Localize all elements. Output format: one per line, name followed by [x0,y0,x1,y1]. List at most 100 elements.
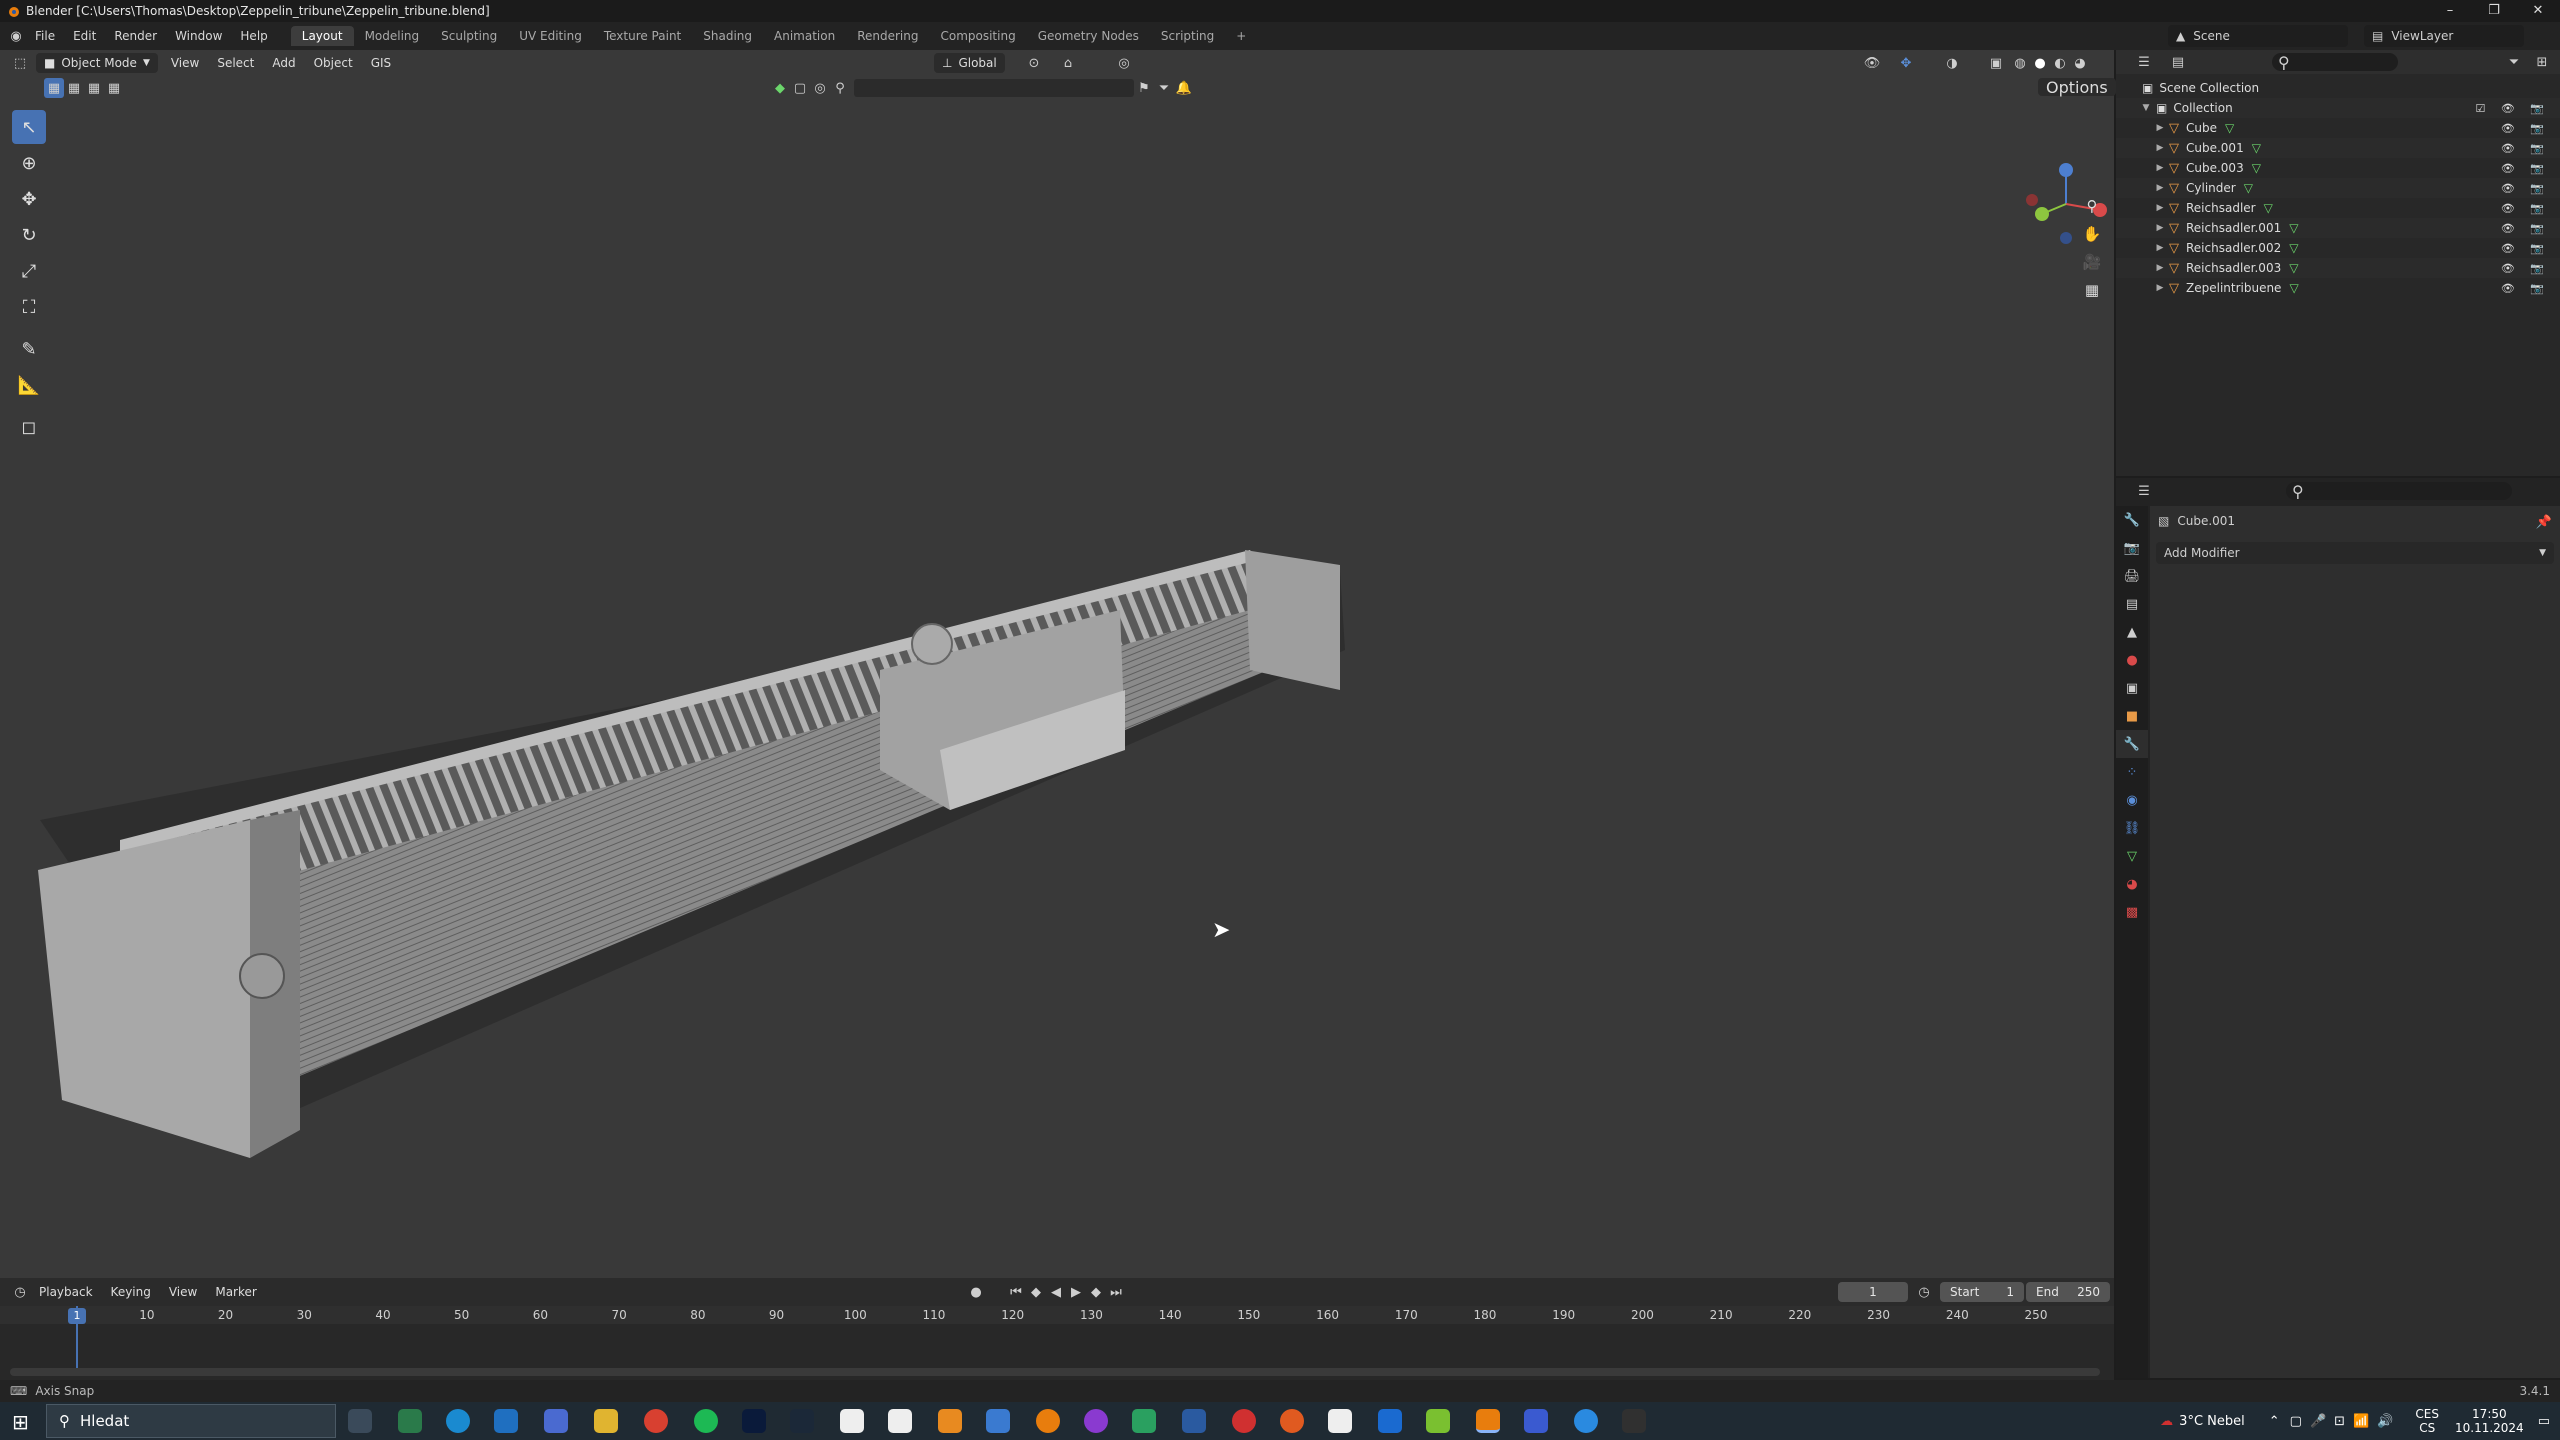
maximize-icon[interactable]: ❐ [2472,0,2516,22]
scene-tab-icon[interactable]: ▲ [2116,618,2148,646]
collection-tab-icon[interactable]: ▣ [2116,674,2148,702]
modifier-tab-icon[interactable]: 🔧 [2116,730,2148,758]
solid-shading-icon[interactable]: ● [2030,53,2050,73]
tab-scripting[interactable]: Scripting [1150,26,1225,46]
select-new-icon[interactable]: ▦ [44,78,64,98]
app-icon[interactable] [1426,1409,1450,1433]
tab-animation[interactable]: Animation [763,26,846,46]
app-icon[interactable] [398,1409,422,1433]
add-modifier-button[interactable]: Add Modifier ▼ [2156,542,2554,564]
viewport-menu-object[interactable]: Object [305,56,362,70]
mail-icon[interactable] [494,1409,518,1433]
view-cube-icon[interactable]: ▢ [790,78,810,98]
close-icon[interactable]: ✕ [2516,0,2560,22]
expand-icon[interactable]: ▶ [2154,243,2166,253]
visibility-icon[interactable]: 👁 [1862,53,1882,73]
proportional-edit-icon[interactable]: ◎ [1114,53,1134,73]
steam-icon[interactable] [790,1409,814,1433]
outliner-item[interactable]: ▶ ▽ Cylinder ▽ 👁 📷 [2116,178,2560,198]
visibility-toggles[interactable]: 👁 📷 [2501,162,2550,175]
app-icon[interactable] [1622,1409,1646,1433]
gizmo-icon[interactable]: ✥ [1896,53,1916,73]
visibility-toggles[interactable]: 👁 📷 [2501,242,2550,255]
wireframe-shading-icon[interactable]: ◍ [2010,53,2030,73]
tab-shading[interactable]: Shading [692,26,763,46]
world-tab-icon[interactable]: ● [2116,646,2148,674]
chevron-up-icon[interactable]: ⌃ [2269,1414,2280,1429]
vlc-icon[interactable] [938,1409,962,1433]
tab-sculpting[interactable]: Sculpting [430,26,508,46]
mode-selector[interactable]: ■ Object Mode ▼ [36,53,158,73]
material-tab-icon[interactable]: ◕ [2116,870,2148,898]
photoshop-icon[interactable] [742,1409,766,1433]
pivot-icon[interactable]: ⊙ [1024,53,1044,73]
add-workspace-icon[interactable]: + [1225,26,1257,46]
blender-icon[interactable] [1036,1409,1060,1433]
expand-icon[interactable]: ▶ [2154,203,2166,213]
menu-edit[interactable]: Edit [64,29,105,43]
windows-start-icon[interactable]: ⊞ [12,1410,29,1434]
transform-tool[interactable]: ⛶ [12,290,46,324]
properties-search-field[interactable]: ⚲ [2286,482,2512,501]
pan-hand-icon[interactable]: ✋ [2078,220,2106,248]
viewport-search-field[interactable] [854,79,1134,97]
texture-tab-icon[interactable]: ▩ [2116,898,2148,926]
tab-compositing[interactable]: Compositing [929,26,1026,46]
expand-icon[interactable]: ▶ [2154,123,2166,133]
options-button[interactable]: Options [2038,78,2116,97]
select-invert-icon[interactable]: ▦ [104,78,124,98]
outliner-item[interactable]: ▶ ▽ Reichsadler ▽ 👁 📷 [2116,198,2560,218]
current-frame-field[interactable]: 1 [1838,1282,1908,1302]
start-frame-field[interactable]: Start 1 [1940,1282,2024,1302]
cursor-tool[interactable]: ⊕ [12,146,46,180]
grid-view-icon[interactable]: ▦ [2078,276,2106,304]
data-tab-icon[interactable]: ▽ [2116,842,2148,870]
menu-file[interactable]: File [26,29,64,43]
view-layer-tab-icon[interactable]: ▤ [2116,590,2148,618]
tool-tab-icon[interactable]: 🔧 [2116,506,2148,534]
tab-layout[interactable]: Layout [290,26,354,46]
filter-icon[interactable]: ⏷ [1154,78,1174,98]
taskbar-search[interactable]: ⚲ Hledat [46,1404,336,1438]
add-cube-tool[interactable]: ◻ [12,410,46,444]
bookmark-icon[interactable]: ⚑ [1134,78,1154,98]
app-icon[interactable] [1132,1409,1156,1433]
gis-icon[interactable]: ◆ [770,78,790,98]
select-box-tool[interactable]: ↖ [12,110,46,144]
select-subtract-icon[interactable]: ▦ [84,78,104,98]
timeline-menu-marker[interactable]: Marker [206,1285,265,1299]
outliner-item[interactable]: ▶ ▽ Cube ▽ 👁 📷 [2116,118,2560,138]
expand-icon[interactable]: ▶ [2154,143,2166,153]
prev-key-icon[interactable]: ◆ [1026,1282,1046,1302]
display-mode-icon[interactable]: ▤ [2168,52,2188,72]
app-icon[interactable] [1328,1409,1352,1433]
app-icon[interactable] [1232,1409,1256,1433]
app-icon[interactable] [1524,1409,1548,1433]
store-icon[interactable] [544,1409,568,1433]
render-tab-icon[interactable]: 📷 [2116,534,2148,562]
pin-icon[interactable]: 📌 [2534,512,2554,532]
tab-uv-editing[interactable]: UV Editing [508,26,593,46]
playhead-frame-badge[interactable]: 1 [68,1308,86,1324]
scale-tool[interactable]: ⤢ [12,254,46,288]
jump-start-icon[interactable]: ⏮ [1006,1282,1026,1302]
physics-tab-icon[interactable]: ◉ [2116,786,2148,814]
outliner-item[interactable]: ▶ ▽ Reichsadler.002 ▽ 👁 📷 [2116,238,2560,258]
record-icon[interactable]: ● [966,1282,986,1302]
rotate-tool[interactable]: ↻ [12,218,46,252]
expand-icon[interactable]: ▶ [2154,263,2166,273]
expand-icon[interactable]: ▶ [2154,183,2166,193]
app-icon[interactable] [1182,1409,1206,1433]
overlay-icon[interactable]: ◑ [1942,53,1962,73]
jump-end-icon[interactable]: ⏭ [1106,1282,1126,1302]
app-icon[interactable] [1280,1409,1304,1433]
visibility-toggles[interactable]: 👁 📷 [2501,182,2550,195]
clock-icon[interactable]: ◷ [1914,1282,1934,1302]
app-icon[interactable] [1574,1409,1598,1433]
timeline-editor-icon[interactable]: ◷ [10,1282,30,1302]
visibility-toggles[interactable]: 👁 📷 [2501,282,2550,295]
timeline-menu-keying[interactable]: Keying [102,1285,160,1299]
blender-menu-icon[interactable]: ◉ [6,26,26,46]
tab-texture-paint[interactable]: Texture Paint [593,26,692,46]
document-icon[interactable] [888,1409,912,1433]
